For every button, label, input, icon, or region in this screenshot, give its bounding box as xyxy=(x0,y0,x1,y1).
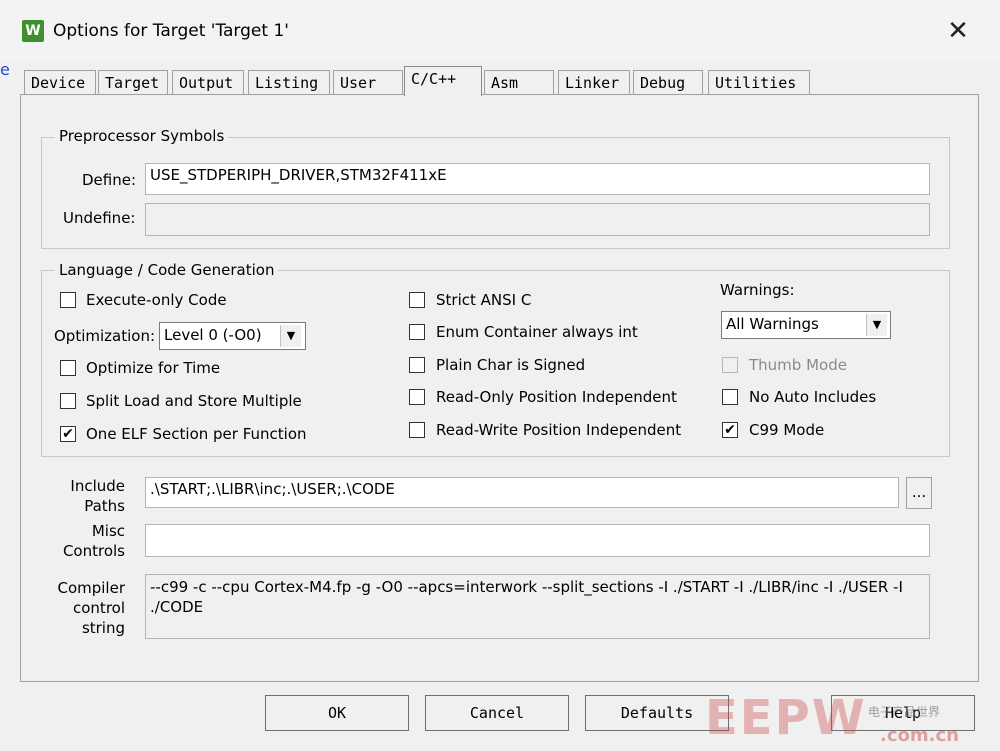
execute-only-checkbox[interactable] xyxy=(60,292,76,308)
tab-utilities[interactable]: Utilities xyxy=(708,70,810,94)
tab-user[interactable]: User xyxy=(333,70,403,94)
chevron-down-icon[interactable]: ▼ xyxy=(866,314,887,336)
tab-debug[interactable]: Debug xyxy=(633,70,703,94)
compiler-control-string[interactable]: --c99 -c --cpu Cortex-M4.fp -g -O0 --apc… xyxy=(145,574,930,639)
preprocessor-group-label: Preprocessor Symbols xyxy=(55,127,229,145)
tab-asm[interactable]: Asm xyxy=(484,70,554,94)
plain-char-label: Plain Char is Signed xyxy=(436,356,586,374)
rw-position-checkbox[interactable] xyxy=(409,422,425,438)
browse-button[interactable]: ... xyxy=(906,477,932,509)
optimize-time-label: Optimize for Time xyxy=(86,359,221,377)
tab-output[interactable]: Output xyxy=(172,70,244,94)
codegen-group-label: Language / Code Generation xyxy=(55,261,279,279)
tab-listing[interactable]: Listing xyxy=(248,70,330,94)
ro-position-label: Read-Only Position Independent xyxy=(436,388,677,406)
optimize-time-checkbox[interactable] xyxy=(60,360,76,376)
tab-linker[interactable]: Linker xyxy=(558,70,630,94)
close-icon[interactable]: ✕ xyxy=(935,14,981,50)
include-paths-label: Include Paths xyxy=(70,477,125,515)
rw-position-label: Read-Write Position Independent xyxy=(436,421,682,439)
thumb-mode-checkbox[interactable] xyxy=(722,357,738,373)
cancel-button[interactable]: Cancel xyxy=(425,695,569,731)
watermark-domain: .com.cn xyxy=(880,725,959,746)
define-input[interactable]: USE_STDPERIPH_DRIVER,STM32F411xE xyxy=(145,163,930,195)
warnings-label: Warnings: xyxy=(720,281,795,299)
no-auto-includes-checkbox[interactable] xyxy=(722,389,738,405)
include-paths-input[interactable]: .\START;.\LIBR\inc;.\USER;.\CODE xyxy=(145,477,899,508)
enum-container-checkbox[interactable] xyxy=(409,324,425,340)
warnings-value: All Warnings xyxy=(726,315,819,333)
split-load-label: Split Load and Store Multiple xyxy=(86,392,302,410)
c99-mode-label: C99 Mode xyxy=(749,421,825,439)
define-label: Define: xyxy=(82,171,137,189)
background-window-text: e xyxy=(0,60,10,79)
c99-mode-checkbox[interactable]: ✔ xyxy=(722,422,738,438)
undefine-input[interactable] xyxy=(145,203,930,236)
misc-controls-label: Misc Controls xyxy=(62,522,125,560)
undefine-label: Undefine: xyxy=(63,209,136,227)
no-auto-includes-label: No Auto Includes xyxy=(749,388,877,406)
tab-c-cpp[interactable]: C/C++ xyxy=(404,66,482,96)
ro-position-checkbox[interactable] xyxy=(409,389,425,405)
optimization-label: Optimization: xyxy=(54,327,156,345)
window-title: Options for Target 'Target 1' xyxy=(53,21,289,41)
optimization-value: Level 0 (-O0) xyxy=(164,326,262,344)
chevron-down-icon[interactable]: ▼ xyxy=(280,325,301,347)
plain-char-checkbox[interactable] xyxy=(409,357,425,373)
split-load-checkbox[interactable] xyxy=(60,393,76,409)
strict-ansi-label: Strict ANSI C xyxy=(436,291,532,309)
thumb-mode-label: Thumb Mode xyxy=(749,356,847,374)
tab-device[interactable]: Device xyxy=(24,70,96,94)
strict-ansi-checkbox[interactable] xyxy=(409,292,425,308)
compiler-control-label: Compiler control string xyxy=(57,579,125,637)
eepw-watermark: EEPW xyxy=(705,690,867,746)
tab-target[interactable]: Target xyxy=(98,70,168,94)
watermark-caption: 电子产品世界 xyxy=(868,705,941,719)
one-elf-label: One ELF Section per Function xyxy=(86,425,307,443)
keil-app-icon: W xyxy=(22,20,44,42)
ok-button[interactable]: OK xyxy=(265,695,409,731)
enum-container-label: Enum Container always int xyxy=(436,323,638,341)
execute-only-label: Execute-only Code xyxy=(86,291,227,309)
misc-controls-input[interactable] xyxy=(145,524,930,557)
one-elf-checkbox[interactable]: ✔ xyxy=(60,426,76,442)
